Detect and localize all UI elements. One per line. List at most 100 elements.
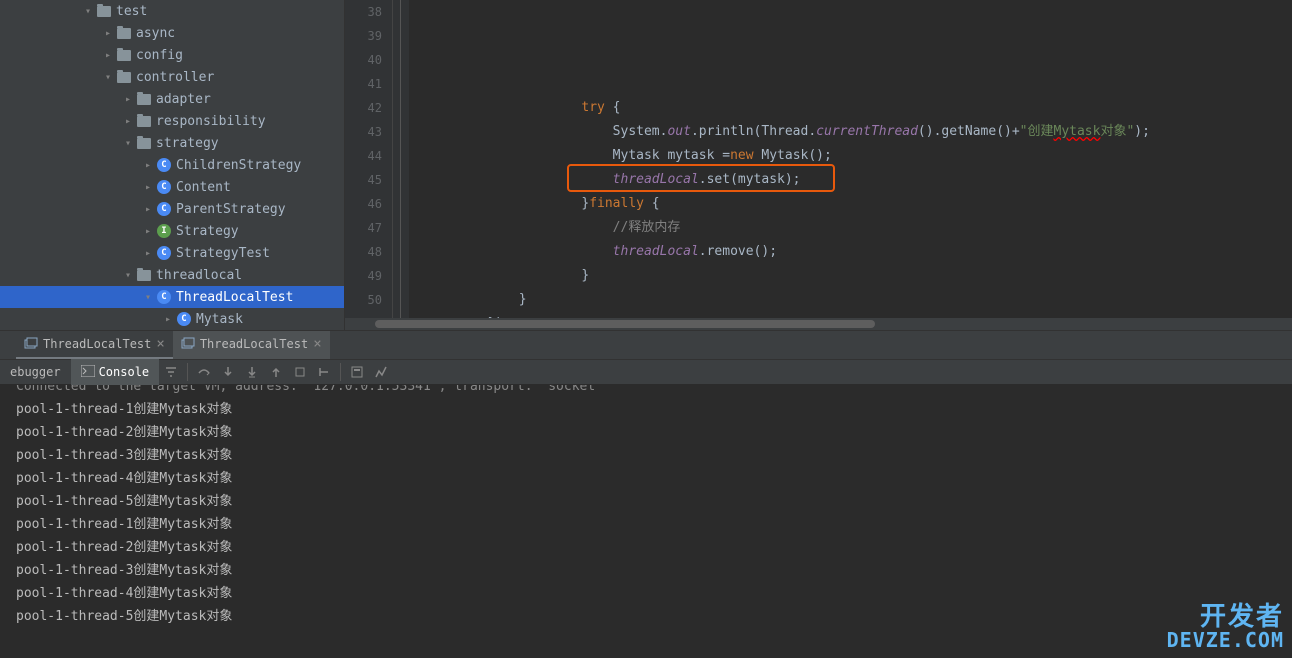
- tree-item-threadlocal[interactable]: ▾ threadlocal: [0, 264, 344, 286]
- folder-icon: [136, 91, 152, 107]
- bottom-panel: ThreadLocalTest × ThreadLocalTest × ebug…: [0, 330, 1292, 645]
- tree-label: Strategy: [176, 224, 239, 239]
- tree-item-config[interactable]: ▸config: [0, 44, 344, 66]
- run-config-icon: [24, 337, 38, 351]
- tree-label: strategy: [156, 136, 219, 151]
- expand-arrow-icon[interactable]: ▸: [120, 94, 136, 105]
- code-line[interactable]: try {: [417, 96, 1292, 120]
- code-line[interactable]: }: [417, 264, 1292, 288]
- tree-label: Mytask: [196, 312, 243, 327]
- expand-arrow-icon[interactable]: ▸: [140, 160, 156, 171]
- expand-arrow-icon[interactable]: ▸: [160, 314, 176, 325]
- class-icon: C: [156, 245, 172, 261]
- code-line[interactable]: }finally {: [417, 192, 1292, 216]
- tree-label: threadlocal: [156, 268, 242, 283]
- console-tab[interactable]: Console: [71, 359, 160, 385]
- console-output[interactable]: Connected to the target VM, address: '12…: [0, 385, 1292, 645]
- folder-icon: [136, 135, 152, 151]
- close-icon[interactable]: ×: [313, 336, 321, 352]
- expand-arrow-icon[interactable]: ▾: [140, 292, 156, 303]
- expand-arrow-icon[interactable]: ▸: [140, 248, 156, 259]
- code-line[interactable]: //释放内存: [417, 216, 1292, 240]
- tree-item-content[interactable]: ▸C Content: [0, 176, 344, 198]
- close-icon[interactable]: ×: [156, 336, 164, 352]
- console-line: Connected to the target VM, address: '12…: [16, 385, 1292, 398]
- debug-toolbar: ebugger Console: [0, 359, 1292, 385]
- folder-icon: [116, 25, 132, 41]
- tree-item-controller[interactable]: ▾ controller: [0, 66, 344, 88]
- tree-item-test[interactable]: ▾ test: [0, 0, 344, 22]
- watermark: 开发者 DEVZE.COM: [1167, 604, 1284, 650]
- folder-icon: [136, 267, 152, 283]
- trace-icon[interactable]: [369, 360, 393, 384]
- console-line: pool-1-thread-5创建Mytask对象: [16, 605, 1292, 628]
- tree-item-strategy[interactable]: ▸IStrategy: [0, 220, 344, 242]
- fold-gutter[interactable]: [393, 0, 409, 318]
- class-icon: C: [176, 311, 192, 327]
- run-tabs: ThreadLocalTest × ThreadLocalTest ×: [0, 331, 1292, 359]
- tree-item-threadlocaltest[interactable]: ▾C ThreadLocalTest: [0, 286, 344, 308]
- run-tab-threadlocaltest-2[interactable]: ThreadLocalTest ×: [173, 331, 330, 359]
- expand-arrow-icon[interactable]: ▸: [100, 50, 116, 61]
- tree-item-async[interactable]: ▸ async: [0, 22, 344, 44]
- code-line[interactable]: threadLocal.remove();: [417, 240, 1292, 264]
- force-step-into-icon[interactable]: [240, 360, 264, 384]
- run-tab-threadlocaltest-1[interactable]: ThreadLocalTest ×: [16, 331, 173, 359]
- class-icon: C: [156, 289, 172, 305]
- tree-label: ThreadLocalTest: [176, 290, 293, 305]
- expand-arrow-icon[interactable]: ▸: [120, 116, 136, 127]
- tree-label: test: [116, 4, 147, 19]
- tree-item-childrenstrategy[interactable]: ▸C ChildrenStrategy: [0, 154, 344, 176]
- code-line[interactable]: [417, 72, 1292, 96]
- tree-item-strategy[interactable]: ▾ strategy: [0, 132, 344, 154]
- step-into-icon[interactable]: [216, 360, 240, 384]
- code-line[interactable]: }: [417, 288, 1292, 312]
- class-icon: C: [156, 157, 172, 173]
- console-line: pool-1-thread-1创建Mytask对象: [16, 398, 1292, 421]
- code-editor[interactable]: 3839404142434445464748495051 try { Syste…: [345, 0, 1292, 330]
- expand-arrow-icon[interactable]: ▸: [140, 182, 156, 193]
- code-line[interactable]: });: [417, 312, 1292, 318]
- code-line[interactable]: Mytask mytask =new Mytask();: [417, 144, 1292, 168]
- expand-arrow-icon[interactable]: ▾: [120, 138, 136, 149]
- project-tree[interactable]: ▾test▸async▸config▾controller▸adapter▸re…: [0, 0, 345, 330]
- class-icon: C: [156, 179, 172, 195]
- tree-item-responsibility[interactable]: ▸ responsibility: [0, 110, 344, 132]
- tree-item-parentstrategy[interactable]: ▸CParentStrategy: [0, 198, 344, 220]
- expand-arrow-icon[interactable]: ▸: [140, 226, 156, 237]
- code-line[interactable]: System.out.println(Thread.currentThread(…: [417, 120, 1292, 144]
- folder-icon: [136, 113, 152, 129]
- code-line[interactable]: threadLocal.set(mytask);: [417, 168, 1292, 192]
- run-config-icon: [181, 337, 195, 351]
- expand-arrow-icon[interactable]: ▸: [100, 28, 116, 39]
- console-line: pool-1-thread-2创建Mytask对象: [16, 536, 1292, 559]
- debugger-tab[interactable]: ebugger: [0, 359, 71, 385]
- expand-arrow-icon[interactable]: ▾: [80, 6, 96, 17]
- step-out-icon[interactable]: [264, 360, 288, 384]
- tree-item-strategytest[interactable]: ▸CStrategyTest: [0, 242, 344, 264]
- folder-icon: [116, 47, 132, 63]
- folder-icon: [96, 3, 112, 19]
- expand-arrow-icon[interactable]: ▾: [100, 72, 116, 83]
- evaluate-icon[interactable]: [345, 360, 369, 384]
- tab-label: ThreadLocalTest: [200, 337, 308, 351]
- tree-label: responsibility: [156, 114, 266, 129]
- filter-icon[interactable]: [159, 360, 183, 384]
- tree-label: controller: [136, 70, 214, 85]
- tree-label: adapter: [156, 92, 211, 107]
- tree-label: Content: [176, 180, 231, 195]
- tree-item-adapter[interactable]: ▸ adapter: [0, 88, 344, 110]
- horizontal-scrollbar[interactable]: [345, 318, 1292, 330]
- expand-arrow-icon[interactable]: ▾: [120, 270, 136, 281]
- tree-item-mytask[interactable]: ▸C Mytask: [0, 308, 344, 330]
- line-number-gutter: 3839404142434445464748495051: [345, 0, 393, 318]
- tree-label: ChildrenStrategy: [176, 158, 301, 173]
- console-line: pool-1-thread-4创建Mytask对象: [16, 582, 1292, 605]
- step-over-icon[interactable]: [192, 360, 216, 384]
- tree-label: async: [136, 26, 175, 41]
- expand-arrow-icon[interactable]: ▸: [140, 204, 156, 215]
- drop-frame-icon[interactable]: [288, 360, 312, 384]
- run-to-cursor-icon[interactable]: [312, 360, 336, 384]
- console-line: pool-1-thread-3创建Mytask对象: [16, 559, 1292, 582]
- code-area[interactable]: try { System.out.println(Thread.currentT…: [409, 0, 1292, 318]
